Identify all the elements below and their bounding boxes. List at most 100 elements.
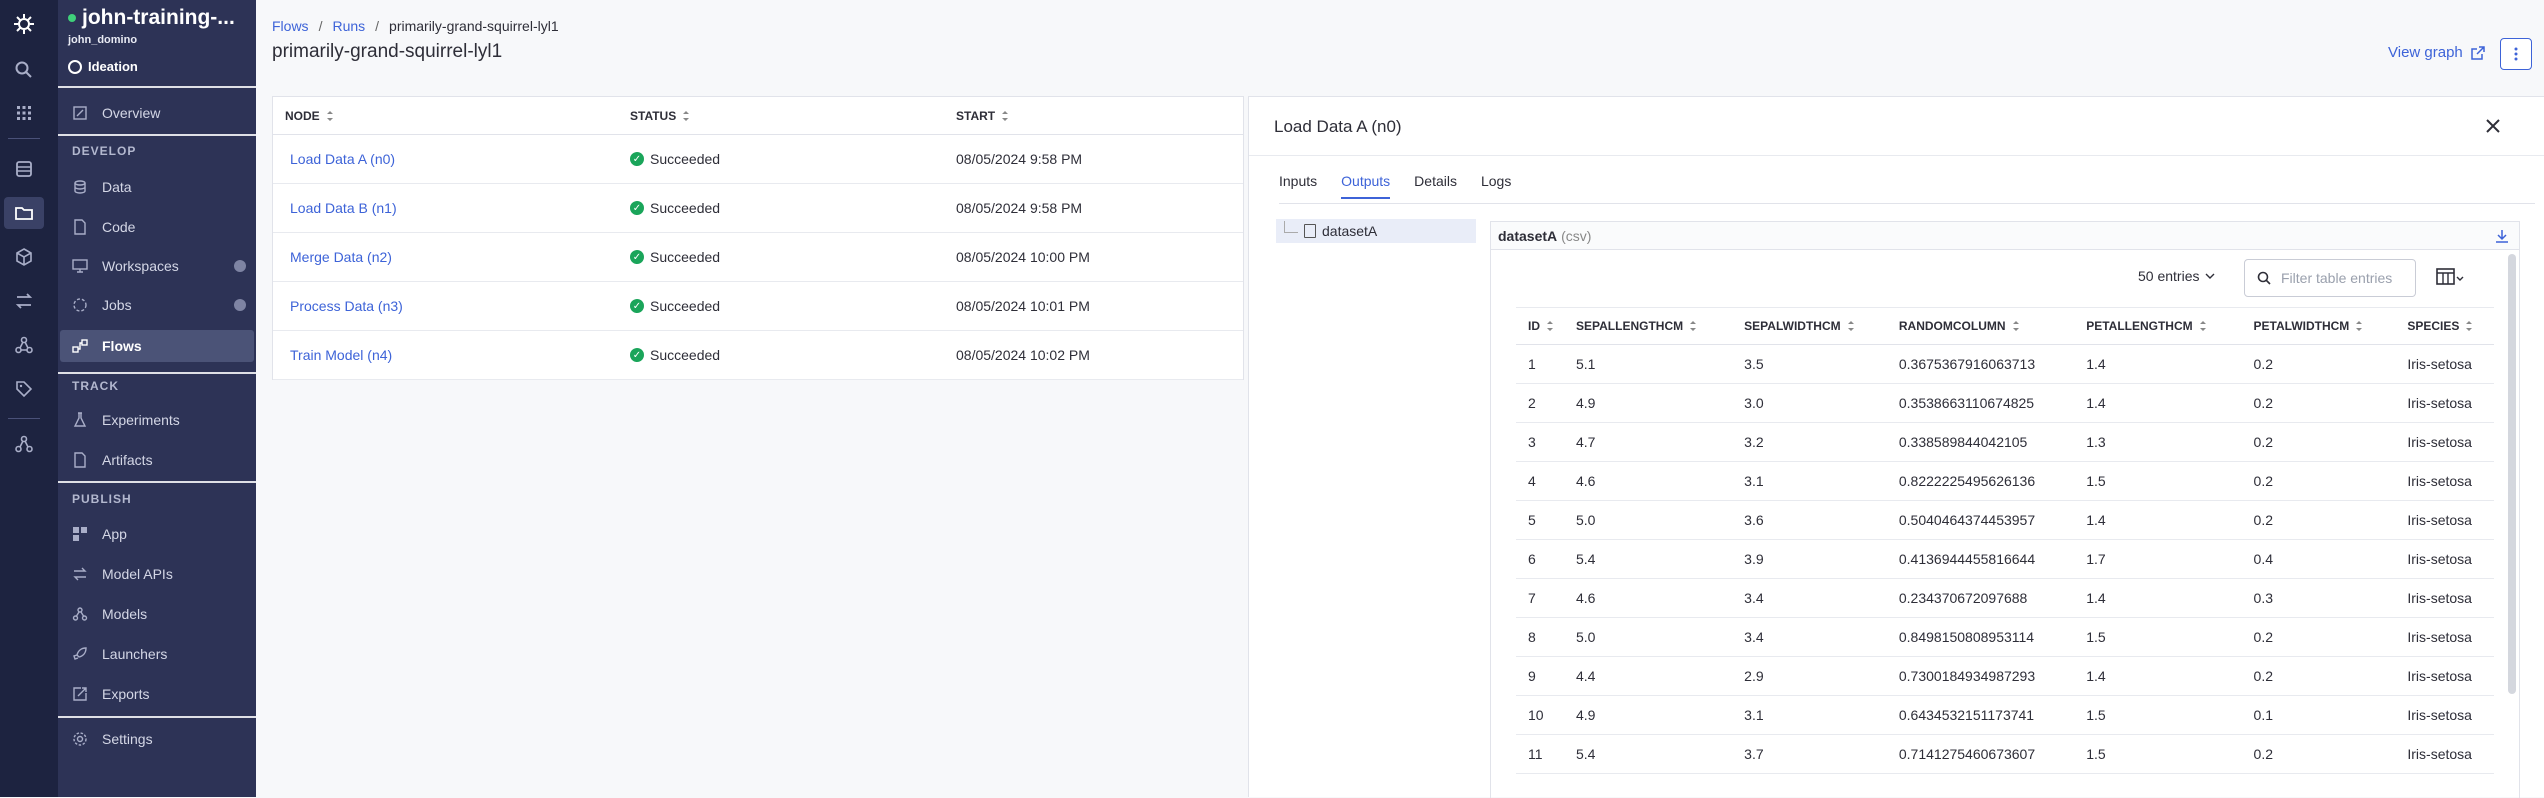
sidebar-item-data[interactable]: Data <box>60 171 254 203</box>
tab-inputs[interactable]: Inputs <box>1279 173 1317 199</box>
sidebar-item-launchers[interactable]: Launchers <box>60 638 254 670</box>
model-icon[interactable] <box>14 335 34 355</box>
nodes-table: NODE STATUS START Load Data A (n0) ✓ Succe… <box>272 96 1244 380</box>
column-start[interactable]: START <box>944 97 1243 134</box>
breadcrumb-separator: / <box>318 18 323 34</box>
node-link[interactable]: Train Model (n4) <box>290 347 392 363</box>
column-selector-icon[interactable] <box>2436 267 2464 287</box>
database-icon[interactable] <box>14 159 34 179</box>
breadcrumb-runs[interactable]: Runs <box>332 18 365 34</box>
project-stage[interactable]: Ideation <box>68 59 138 74</box>
column-header[interactable]: SPECIES <box>2395 307 2494 345</box>
start-time: 08/05/2024 10:01 PM <box>956 298 1090 314</box>
sidebar-item-settings[interactable]: Settings <box>60 723 254 755</box>
tab-details[interactable]: Details <box>1414 173 1457 199</box>
transfer-icon[interactable] <box>14 291 34 311</box>
tree-item-label: datasetA <box>1322 223 1378 239</box>
start-cell: 08/05/2024 10:00 PM <box>944 249 1243 265</box>
file-name: datasetA <box>1498 227 1558 244</box>
table-cell: 0.2 <box>2241 500 2396 540</box>
domino-logo-icon[interactable] <box>12 12 36 36</box>
column-header[interactable]: PETALWIDTHCM <box>2241 307 2396 345</box>
sidebar-item-label: Code <box>102 219 136 235</box>
close-icon[interactable] <box>2484 117 2502 135</box>
breadcrumb-flows[interactable]: Flows <box>272 18 309 34</box>
node-link[interactable]: Load Data B (n1) <box>290 200 397 216</box>
column-header[interactable]: SEPALLENGTHCM <box>1564 307 1733 345</box>
table-row: 4 4.6 3.1 0.8222225495626136 1.5 0.2 Iris-seto… <box>1516 461 2494 501</box>
column-header[interactable]: PETALLENGTHCM <box>2074 307 2242 345</box>
sidebar-item-code[interactable]: Code <box>60 211 254 243</box>
file-icon <box>74 452 86 468</box>
table-cell: 0.4136944455816644 <box>1886 539 2075 579</box>
node-cell: Load Data B (n1) <box>273 200 618 216</box>
project-name[interactable]: john-training-... <box>68 6 235 30</box>
expand-icon[interactable] <box>234 260 246 272</box>
sidebar-item-flows[interactable]: Flows <box>60 330 254 362</box>
sidebar-item-label: Overview <box>102 105 161 121</box>
view-graph-link[interactable]: View graph <box>2388 44 2485 61</box>
status-cell: ✓ Succeeded <box>618 200 944 216</box>
table-cell: 1.4 <box>2074 578 2242 618</box>
table-cell: 5.4 <box>1564 734 1733 774</box>
sidebar-item-experiments[interactable]: Experiments <box>60 404 254 436</box>
tab-logs[interactable]: Logs <box>1481 173 1511 199</box>
table-cell: 4.4 <box>1564 656 1733 696</box>
sidebar-item-overview[interactable]: Overview <box>60 97 254 129</box>
folder-icon[interactable] <box>14 203 34 223</box>
table-row[interactable]: Merge Data (n2) ✓ Succeeded 08/05/2024 10:0… <box>273 233 1243 282</box>
search-icon[interactable] <box>14 60 34 80</box>
table-row[interactable]: Load Data A (n0) ✓ Succeeded 08/05/2024 9:5… <box>273 135 1243 184</box>
node-link[interactable]: Process Data (n3) <box>290 298 403 314</box>
table-cell: 4.9 <box>1564 695 1733 735</box>
entries-select[interactable]: 50 entries <box>2138 268 2215 284</box>
table-row[interactable]: Load Data B (n1) ✓ Succeeded 08/05/2024 9:5… <box>273 184 1243 233</box>
sidebar-item-model-apis[interactable]: Model APIs <box>60 558 254 590</box>
column-label: SPECIES <box>2407 319 2460 333</box>
sidebar-item-exports[interactable]: Exports <box>60 678 254 710</box>
filter-table-input[interactable] <box>2244 259 2416 297</box>
expand-icon[interactable] <box>234 299 246 311</box>
table-cell: Iris-setosa <box>2395 734 2494 774</box>
column-header[interactable]: SEPALWIDTHCM <box>1732 307 1887 345</box>
tab-outputs[interactable]: Outputs <box>1341 173 1391 199</box>
sidebar-item-label: Jobs <box>102 297 132 313</box>
panel-title: Load Data A (n0) <box>1274 117 1402 136</box>
node-link[interactable]: Load Data A (n0) <box>290 151 395 167</box>
table-cell: 0.2 <box>2241 656 2396 696</box>
filter-input[interactable] <box>2281 270 2401 286</box>
sidebar-item-workspaces[interactable]: Workspaces <box>60 250 254 282</box>
output-tree-item[interactable]: datasetA <box>1276 219 1476 243</box>
start-cell: 08/05/2024 10:02 PM <box>944 347 1243 363</box>
apps-grid-icon[interactable] <box>14 103 34 123</box>
scrollbar[interactable] <box>2508 254 2516 694</box>
node-link[interactable]: Merge Data (n2) <box>290 249 392 265</box>
table-cell: 1.4 <box>2074 344 2242 384</box>
table-cell: 4 <box>1516 461 1564 501</box>
table-cell: 4.9 <box>1564 383 1733 423</box>
column-header[interactable]: ID <box>1516 307 1564 345</box>
cube-icon[interactable] <box>14 247 34 267</box>
table-cell: 0.8222225495626136 <box>1886 461 2075 501</box>
tag-icon[interactable] <box>14 379 34 399</box>
table-row[interactable]: Process Data (n3) ✓ Succeeded 08/05/2024 10… <box>273 282 1243 331</box>
more-actions-button[interactable] <box>2500 38 2532 70</box>
column-status[interactable]: STATUS <box>618 97 944 134</box>
app-grid-icon <box>73 527 87 541</box>
table-cell: 3.1 <box>1732 695 1887 735</box>
sidebar-item-models[interactable]: Models <box>60 598 254 630</box>
table-cell: 1.5 <box>2074 734 2242 774</box>
monitor-icon <box>72 259 88 273</box>
transfer-icon <box>73 567 87 581</box>
column-node[interactable]: NODE <box>273 97 618 134</box>
table-row: 1 5.1 3.5 0.3675367916063713 1.4 0.2 Iris-seto… <box>1516 344 2494 384</box>
sidebar-item-jobs[interactable]: Jobs <box>60 289 254 321</box>
network-icon[interactable] <box>14 434 34 454</box>
status-cell: ✓ Succeeded <box>618 151 944 167</box>
sidebar-item-artifacts[interactable]: Artifacts <box>60 444 254 476</box>
download-icon[interactable] <box>2495 229 2509 243</box>
column-header[interactable]: RANDOMCOLUMN <box>1886 307 2075 345</box>
tree-branch <box>1284 221 1298 233</box>
table-row[interactable]: Train Model (n4) ✓ Succeeded 08/05/2024 10:… <box>273 331 1243 380</box>
sidebar-item-app[interactable]: App <box>60 518 254 550</box>
